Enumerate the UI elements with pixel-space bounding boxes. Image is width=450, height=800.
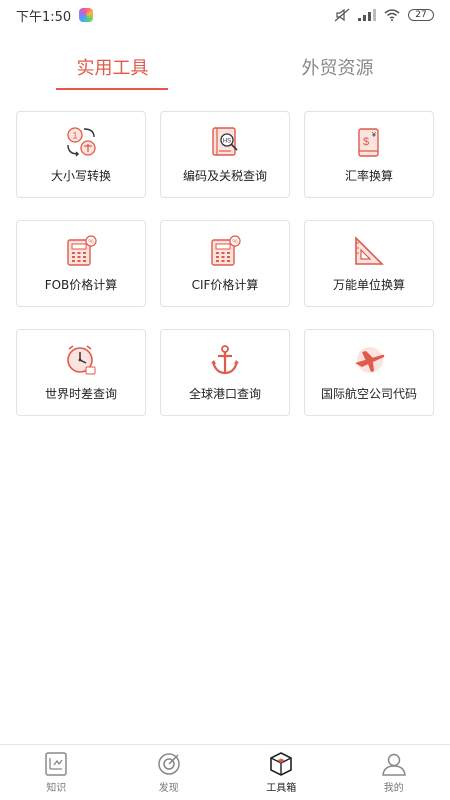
nav-label: 发现 bbox=[158, 783, 179, 794]
signal-icon bbox=[358, 9, 376, 21]
tool-card-cif[interactable]: % CIF价格计算 bbox=[160, 220, 290, 307]
tool-card-port[interactable]: 全球港口查询 bbox=[160, 329, 290, 416]
tool-card-fob[interactable]: % FOB价格计算 bbox=[16, 220, 146, 307]
tool-label: 全球港口查询 bbox=[188, 387, 261, 401]
mute-icon bbox=[334, 8, 350, 22]
nav-label: 工具箱 bbox=[266, 783, 297, 794]
status-bar: 下午1:50 27 bbox=[0, 0, 450, 30]
svg-text:%: % bbox=[88, 240, 94, 246]
tool-label: 大小写转换 bbox=[50, 169, 111, 183]
app-notification-icon bbox=[79, 8, 94, 22]
number-convert-icon: 1 bbox=[64, 125, 98, 159]
wifi-icon bbox=[384, 9, 400, 21]
tool-card-world-time[interactable]: 世界时差查询 bbox=[16, 329, 146, 416]
tool-label: 万能单位换算 bbox=[332, 278, 405, 292]
tool-card-case-convert[interactable]: 1 大小写转换 bbox=[16, 111, 146, 198]
nav-item-toolbox[interactable]: 工具箱 bbox=[225, 745, 338, 800]
tab-bar: 实用工具 外贸资源 bbox=[0, 44, 450, 90]
hs-code-book-icon: HS bbox=[208, 125, 242, 159]
profile-icon bbox=[381, 753, 406, 776]
nav-item-discover[interactable]: 发现 bbox=[113, 745, 226, 800]
svg-text:1: 1 bbox=[72, 131, 77, 141]
toolbox-icon bbox=[270, 752, 293, 776]
world-clock-icon bbox=[64, 343, 98, 377]
tool-card-exchange-rate[interactable]: $ ¥ 汇率换算 bbox=[304, 111, 434, 198]
tool-label: CIF价格计算 bbox=[191, 278, 259, 292]
svg-text:HS: HS bbox=[223, 139, 231, 145]
tab-trade-resources[interactable]: 外贸资源 bbox=[225, 44, 450, 90]
status-time: 下午1:50 bbox=[16, 9, 72, 25]
tool-label: 编码及关税查询 bbox=[182, 169, 267, 183]
tools-grid: 1 大小写转换 HS 编码及关税查询 $ ¥ 汇率换算 % FOB价格计算 % … bbox=[16, 111, 434, 416]
tool-label: 汇率换算 bbox=[344, 169, 393, 183]
tool-label: FOB价格计算 bbox=[44, 278, 118, 292]
nav-label: 知识 bbox=[46, 783, 67, 794]
nav-label: 我的 bbox=[383, 783, 404, 794]
knowledge-icon bbox=[45, 752, 67, 776]
airplane-icon bbox=[352, 343, 386, 377]
battery-indicator: 27 bbox=[408, 9, 434, 21]
svg-text:$: $ bbox=[363, 136, 369, 148]
tool-card-hs-code[interactable]: HS 编码及关税查询 bbox=[160, 111, 290, 198]
exchange-rate-icon: $ ¥ bbox=[352, 125, 386, 159]
nav-item-profile[interactable]: 我的 bbox=[338, 745, 450, 800]
svg-text:¥: ¥ bbox=[372, 132, 376, 139]
tool-label: 世界时差查询 bbox=[44, 387, 117, 401]
status-indicators: 27 bbox=[334, 8, 434, 22]
tool-label: 国际航空公司代码 bbox=[320, 387, 417, 401]
nav-item-knowledge[interactable]: 知识 bbox=[0, 745, 113, 800]
tool-card-airline-code[interactable]: 国际航空公司代码 bbox=[304, 329, 434, 416]
tool-card-unit-convert[interactable]: 万能单位换算 bbox=[304, 220, 434, 307]
ruler-triangle-icon bbox=[352, 234, 386, 268]
calculator-icon: % bbox=[208, 234, 242, 268]
svg-text:%: % bbox=[232, 240, 238, 246]
calculator-icon: % bbox=[64, 234, 98, 268]
tab-practical-tools[interactable]: 实用工具 bbox=[0, 44, 225, 90]
bottom-nav: 知识 发现 工具箱 我的 bbox=[0, 744, 450, 800]
anchor-icon bbox=[208, 343, 242, 377]
discover-icon bbox=[158, 753, 180, 775]
